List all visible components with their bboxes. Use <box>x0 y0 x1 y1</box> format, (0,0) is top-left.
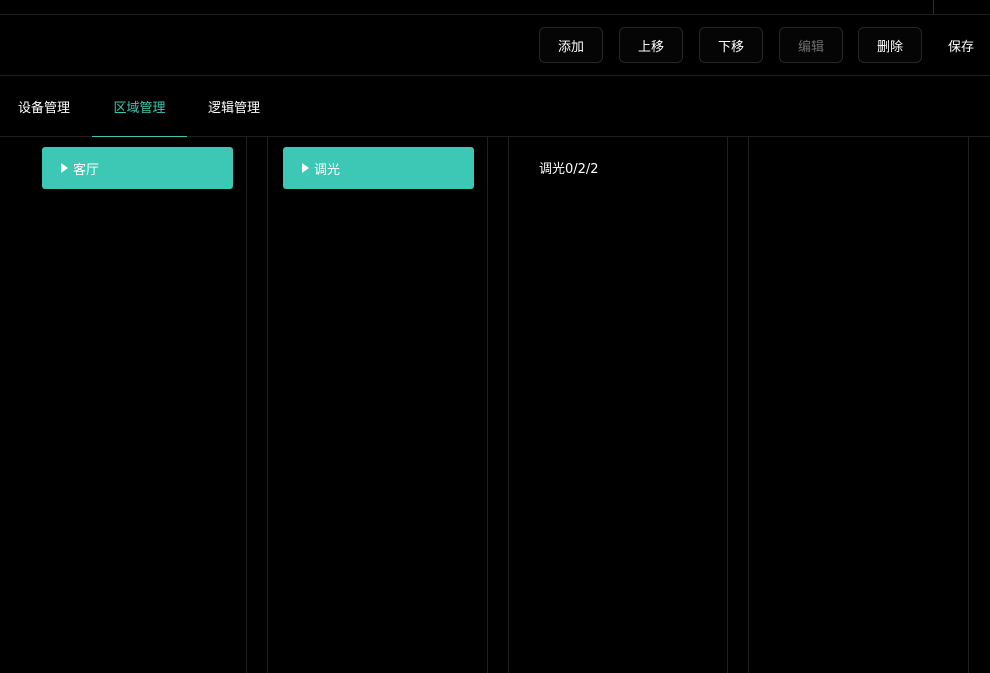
column-divider <box>487 137 488 673</box>
add-button[interactable]: 添加 <box>539 27 603 63</box>
caret-right-icon <box>302 163 309 173</box>
tab-label: 区域管理 <box>113 100 166 116</box>
area-node-label: 客厅 <box>73 162 100 178</box>
toolbar: 添加 上移 下移 编辑 删除 保存 <box>0 15 990 76</box>
group-node-dimming[interactable]: 调光 <box>283 147 474 189</box>
tab-logic-management[interactable]: 逻辑管理 <box>196 76 272 136</box>
edit-button[interactable]: 编辑 <box>779 27 843 63</box>
area-node-living-room[interactable]: 客厅 <box>42 147 233 189</box>
app-window: 添加 上移 下移 编辑 删除 保存 设备管理 区域管理 逻辑管理 客厅 调光 调… <box>0 0 990 673</box>
column-divider <box>968 137 969 673</box>
active-tab-indicator <box>92 136 187 137</box>
top-bar-divider <box>933 0 934 14</box>
column-divider <box>246 137 247 673</box>
move-down-button[interactable]: 下移 <box>699 27 763 63</box>
tab-label: 逻辑管理 <box>207 100 260 116</box>
column-divider <box>508 137 509 673</box>
top-bar <box>0 0 990 15</box>
delete-button[interactable]: 删除 <box>858 27 922 63</box>
tab-bar: 设备管理 区域管理 逻辑管理 <box>0 76 990 137</box>
column-divider <box>748 137 749 673</box>
tab-area-management[interactable]: 区域管理 <box>92 76 187 137</box>
tab-device-management[interactable]: 设备管理 <box>0 76 88 136</box>
tab-label: 设备管理 <box>17 100 70 116</box>
column-divider <box>267 137 268 673</box>
save-button[interactable]: 保存 <box>941 27 981 63</box>
group-node-label: 调光 <box>314 162 341 178</box>
caret-right-icon <box>61 163 68 173</box>
move-up-button[interactable]: 上移 <box>619 27 683 63</box>
column-divider <box>727 137 728 673</box>
item-dimming-address[interactable]: 调光0/2/2 <box>539 158 599 177</box>
